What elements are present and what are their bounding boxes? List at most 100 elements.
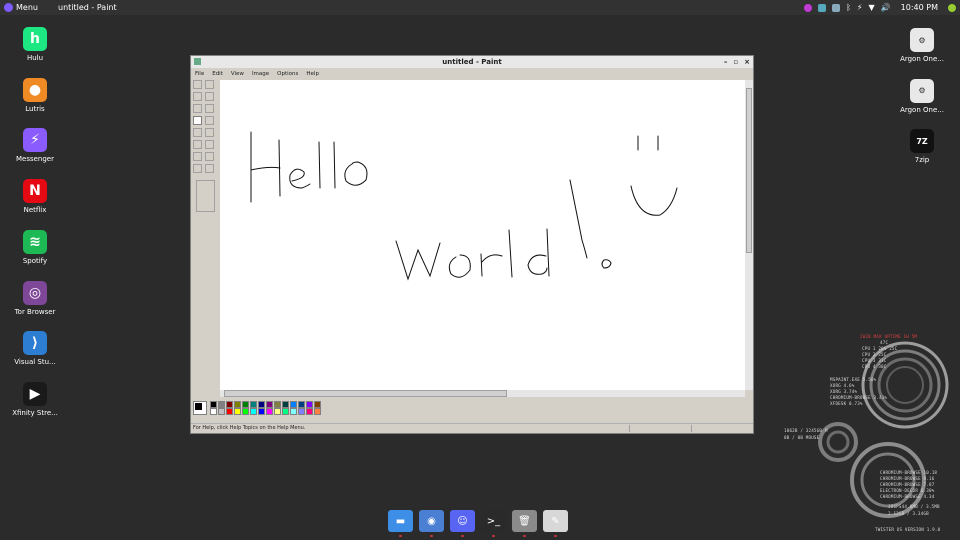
system-tray: ᛒ ⚡ ▼ 🔊 10:40 PM [804, 0, 956, 15]
volume-icon[interactable]: 🔊 [881, 0, 891, 15]
palette-swatch[interactable] [250, 408, 257, 415]
terminal-icon[interactable]: >_ [481, 510, 506, 537]
palette-swatch[interactable] [306, 408, 313, 415]
horizontal-scroll-thumb[interactable] [224, 390, 507, 397]
horizontal-scrollbar[interactable] [220, 390, 745, 397]
palette-swatch[interactable] [266, 408, 273, 415]
palette-swatch[interactable] [242, 401, 249, 408]
messenger-icon: ⚡ [23, 128, 47, 153]
palette-swatch[interactable] [282, 401, 289, 408]
desktop-icon-xfinity-stre[interactable]: ▶ Xfinity Stre... [5, 381, 65, 417]
paint-app-icon [194, 58, 201, 65]
tool-options[interactable] [196, 180, 215, 212]
brush-icon[interactable] [205, 116, 214, 125]
menu-button[interactable]: Menu [4, 0, 38, 15]
rectangle-icon[interactable] [193, 152, 202, 161]
palette-swatch[interactable] [290, 408, 297, 415]
palette-swatch[interactable] [258, 401, 265, 408]
dock: ▬ ◉ ☺ >_ 🗑 ✎ [388, 510, 572, 537]
chromium-icon[interactable]: ◉ [419, 510, 444, 537]
menu-view[interactable]: View [231, 71, 244, 77]
polygon-icon[interactable] [205, 152, 214, 161]
desktop-icon-lutris[interactable]: ● Lutris [5, 77, 65, 113]
rounded-rect-icon[interactable] [205, 164, 214, 173]
eraser-icon[interactable] [193, 92, 202, 101]
desktop-icon-netflix[interactable]: N Netflix [5, 179, 65, 214]
trash-icon[interactable]: 🗑 [512, 510, 537, 537]
paint-titlebar[interactable]: untitled - Paint – ▫ × [191, 56, 753, 68]
desktop-icon-argon-one[interactable]: ⚙ Argon One... [892, 78, 952, 114]
palette-swatch[interactable] [274, 408, 281, 415]
palette-swatch[interactable] [282, 408, 289, 415]
desktop-icon-argon-one[interactable]: ⚙ Argon One... [892, 28, 952, 63]
palette-swatch[interactable] [290, 401, 297, 408]
notification-icon[interactable] [804, 3, 813, 12]
pencil-icon[interactable] [193, 116, 202, 125]
monitor-row: TWISTER OS VERSION 1.9.0 [875, 527, 941, 532]
paint-icon[interactable]: ✎ [543, 510, 568, 537]
files-icon[interactable]: ▬ [388, 510, 413, 537]
desktop-icon-tor-browser[interactable]: ◎ Tor Browser [5, 280, 65, 316]
palette-swatch[interactable] [314, 401, 321, 408]
palette-swatch[interactable] [250, 401, 257, 408]
select-icon[interactable] [205, 80, 214, 89]
vertical-scroll-thumb[interactable] [746, 88, 752, 253]
palette-swatch[interactable] [226, 408, 233, 415]
pick-color-icon[interactable] [193, 104, 202, 113]
menu-file[interactable]: File [195, 71, 204, 77]
close-icon[interactable]: × [744, 56, 750, 68]
bluetooth-icon[interactable]: ᛒ [846, 0, 851, 15]
airbrush-icon[interactable] [193, 128, 202, 137]
curve-icon[interactable] [205, 140, 214, 149]
running-indicator [461, 535, 464, 537]
palette-swatch[interactable] [274, 401, 281, 408]
discord-icon[interactable]: ☺ [450, 510, 475, 537]
fill-icon[interactable] [205, 92, 214, 101]
text-icon[interactable] [205, 128, 214, 137]
palette-swatch[interactable] [314, 408, 321, 415]
palette-swatch[interactable] [298, 408, 305, 415]
wifi-icon[interactable]: ▼ [869, 0, 875, 15]
line-icon[interactable] [193, 140, 202, 149]
palette-swatch[interactable] [242, 408, 249, 415]
palette-swatch[interactable] [266, 401, 273, 408]
desktop-icon-visual-stu[interactable]: ⟩ Visual Stu... [5, 331, 65, 366]
palette-swatch[interactable] [210, 401, 217, 408]
palette-swatch[interactable] [210, 408, 217, 415]
menu-image[interactable]: Image [252, 71, 269, 77]
palette-swatch[interactable] [218, 401, 225, 408]
active-window-title[interactable]: untitled - Paint [58, 0, 117, 15]
minimize-icon[interactable]: – [724, 56, 728, 68]
palette-swatch[interactable] [234, 401, 241, 408]
free-select-icon[interactable] [193, 80, 202, 89]
monitor-row: CPU 3 33C [862, 358, 887, 363]
maximize-icon[interactable]: ▫ [733, 56, 738, 68]
palette-swatch[interactable] [234, 408, 241, 415]
menu-options[interactable]: Options [277, 71, 298, 77]
menu-help[interactable]: Help [306, 71, 319, 77]
palette-swatch[interactable] [218, 408, 225, 415]
desktop-icon-hulu[interactable]: h Hulu [5, 27, 65, 62]
palette-swatch[interactable] [226, 401, 233, 408]
menu-edit[interactable]: Edit [212, 71, 223, 77]
stroke-h [250, 131, 281, 203]
desktop-icon-label: Tor Browser [14, 307, 56, 316]
paint-window[interactable]: untitled - Paint – ▫ × File Edit View Image… [190, 55, 754, 434]
magnifier-icon[interactable] [205, 104, 214, 113]
ellipse-icon[interactable] [193, 164, 202, 173]
palette-swatch[interactable] [306, 401, 313, 408]
palette-swatch[interactable] [258, 408, 265, 415]
current-colors[interactable] [193, 401, 207, 415]
desktop-icon-messenger[interactable]: ⚡ Messenger [5, 128, 65, 163]
drawing-canvas[interactable] [220, 80, 745, 390]
vertical-scrollbar[interactable] [745, 80, 753, 390]
desktop-icon-7zip[interactable]: 7Z 7zip [892, 129, 952, 164]
palette-swatch[interactable] [298, 401, 305, 408]
desktop-icon-spotify[interactable]: ≋ Spotify [5, 229, 65, 265]
clock[interactable]: 10:40 PM [901, 0, 938, 15]
update-icon[interactable] [832, 3, 841, 12]
screen-icon[interactable] [818, 3, 827, 12]
color-palette [193, 400, 493, 416]
logout-icon[interactable] [948, 3, 956, 12]
power-plug-icon[interactable]: ⚡ [857, 0, 863, 15]
